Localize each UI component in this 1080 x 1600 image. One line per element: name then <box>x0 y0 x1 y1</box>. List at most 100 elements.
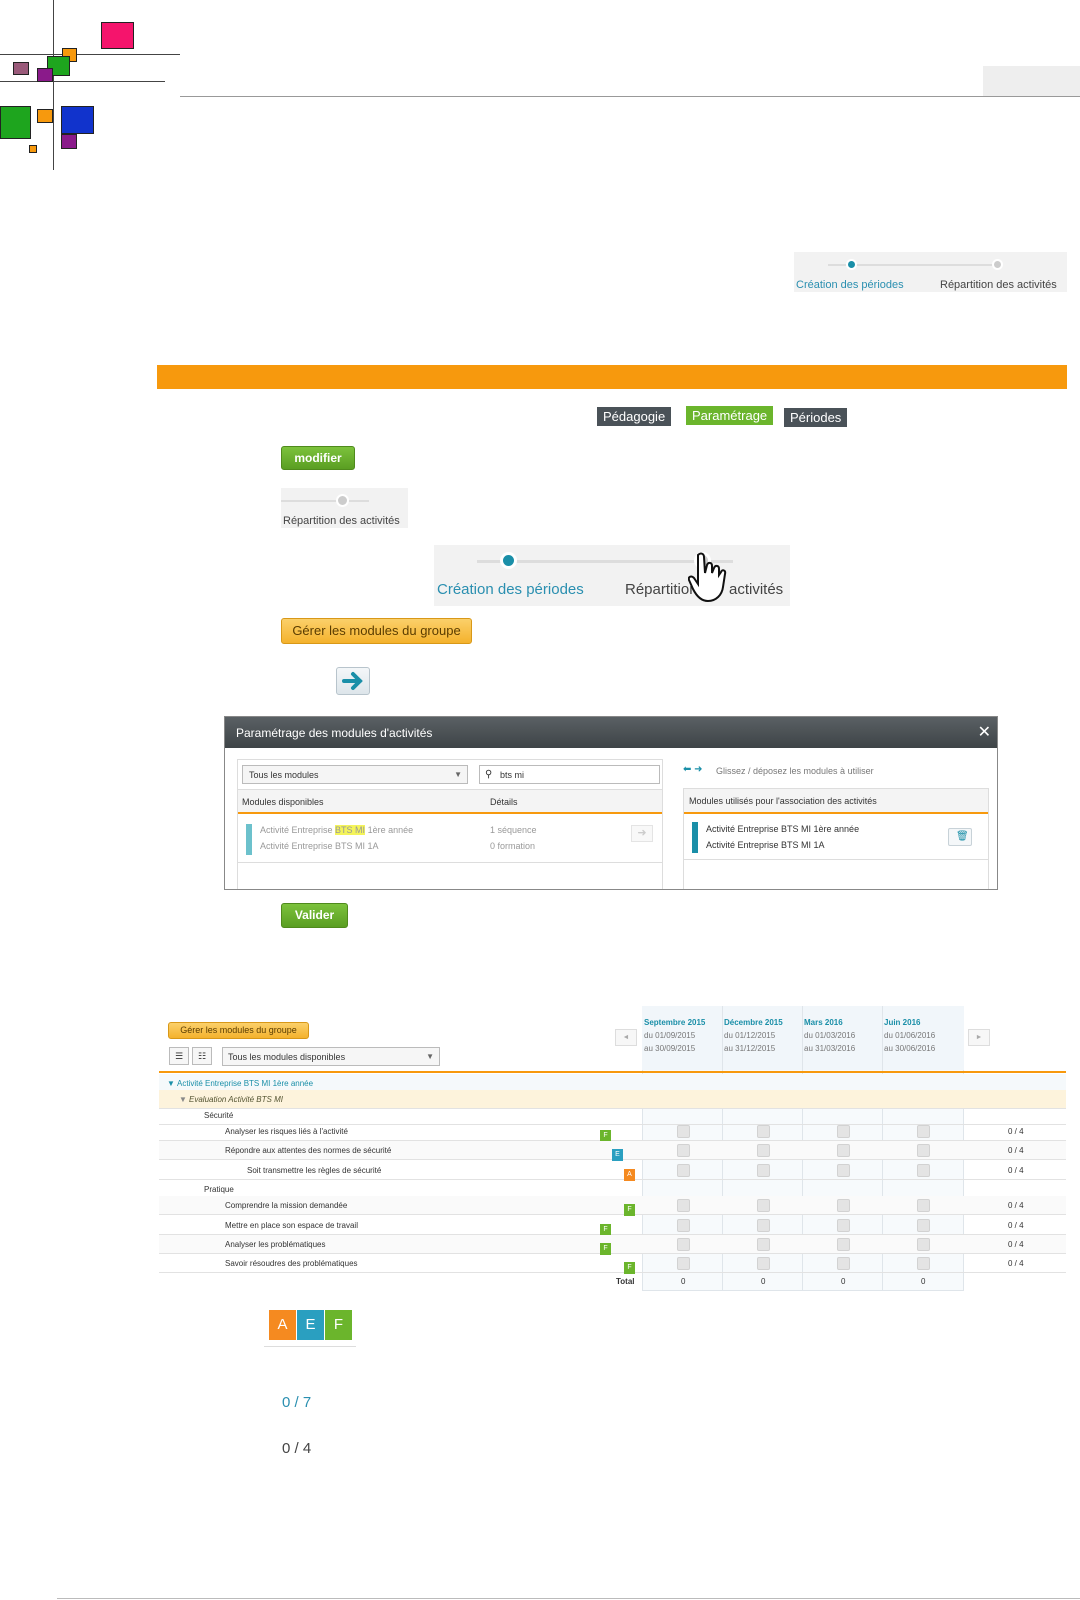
competence-score: 0 / 4 <box>1008 1201 1024 1210</box>
evaluation-checkbox[interactable] <box>917 1164 930 1177</box>
period-total: 0 <box>681 1277 686 1286</box>
evaluation-checkbox[interactable] <box>677 1125 690 1138</box>
used-module-item[interactable]: Activité Entreprise BTS MI 1ère année Ac… <box>684 816 988 860</box>
evaluation-checkbox[interactable] <box>677 1199 690 1212</box>
stepper-small: Répartition des activités <box>281 488 408 528</box>
period-from: du 01/12/2015 <box>724 1031 776 1040</box>
evaluation-checkbox[interactable] <box>757 1125 770 1138</box>
hand-cursor-icon <box>688 552 727 603</box>
evaluation-checkbox[interactable] <box>837 1144 850 1157</box>
collapse-all-button[interactable]: ☷ <box>192 1047 212 1065</box>
tag-parametrage: Paramétrage <box>686 406 774 425</box>
evaluation-checkbox[interactable] <box>837 1219 850 1232</box>
period-header: Septembre 2015 du 01/09/2015 au 30/09/20… <box>644 1016 722 1055</box>
period-to: au 31/03/2016 <box>804 1044 856 1053</box>
evaluation-checkbox[interactable] <box>757 1144 770 1157</box>
step-label-2: Répartition des activités <box>940 279 1057 291</box>
competence-label: Analyser les risques liés à l'activité <box>225 1127 348 1136</box>
orange-rule <box>159 1071 1066 1073</box>
evaluation-checkbox[interactable] <box>677 1164 690 1177</box>
period-name: Juin 2016 <box>884 1018 921 1027</box>
period-to: au 30/06/2016 <box>884 1044 936 1053</box>
legend-badges: A E F <box>264 1310 356 1347</box>
trash-icon: 🗑 <box>956 831 969 842</box>
modal-close-icon[interactable]: ✕ <box>978 722 991 742</box>
period-total: 0 <box>921 1277 926 1286</box>
footer-rule <box>57 1598 1080 1599</box>
evaluation-checkbox[interactable] <box>757 1164 770 1177</box>
competence-label: Comprendre la mission demandée <box>225 1201 348 1210</box>
period-total: 0 <box>761 1277 766 1286</box>
step-dot-active <box>500 552 517 569</box>
tag-periodes: Périodes <box>784 408 848 427</box>
evaluation-checkbox[interactable] <box>837 1238 850 1251</box>
delete-module-button[interactable]: 🗑 <box>948 828 972 846</box>
badge-f: F <box>624 1204 635 1216</box>
competence-label: Savoir résoudres des problématiques <box>225 1259 358 1268</box>
competence-label: Soit transmettre les règles de sécurité <box>247 1166 382 1175</box>
stepper-top: Création des périodes Répartition des ac… <box>794 252 1067 292</box>
evaluation-checkbox[interactable] <box>917 1125 930 1138</box>
period-header: Juin 2016 du 01/06/2016 au 30/06/2016 <box>884 1016 962 1055</box>
add-module-button[interactable]: ➜ <box>631 825 653 842</box>
header-tab <box>983 66 1080 96</box>
evaluation-checkbox[interactable] <box>917 1219 930 1232</box>
evaluation-checkbox[interactable] <box>757 1219 770 1232</box>
period-name: Septembre 2015 <box>644 1018 706 1027</box>
available-module-item[interactable]: Activité Entreprise BTS MI 1ère année Ac… <box>238 817 662 863</box>
evaluation-checkbox[interactable] <box>917 1257 930 1270</box>
evaluation-checkbox[interactable] <box>677 1144 690 1157</box>
module-filter-select[interactable]: Tous les modules ▼ <box>242 765 468 784</box>
evaluation-checkbox[interactable] <box>677 1219 690 1232</box>
evaluation-checkbox[interactable] <box>757 1238 770 1251</box>
category-securite: Sécurité <box>204 1111 234 1120</box>
stepper-big: Création des périodes Répartition activi… <box>434 545 790 606</box>
evaluation-checkbox[interactable] <box>837 1257 850 1270</box>
competence-label: Répondre aux attentes des normes de sécu… <box>225 1146 392 1155</box>
modifier-button[interactable]: modifier <box>281 446 355 470</box>
orange-banner <box>157 365 1067 389</box>
tag-pedagogie: Pédagogie <box>597 407 672 426</box>
period-header: Décembre 2015 du 01/12/2015 au 31/12/201… <box>724 1016 802 1055</box>
arrow-right-button[interactable] <box>336 667 370 695</box>
search-icon: ⚲ <box>485 769 493 780</box>
modal-header: Paramétrage des modules d'activités ✕ <box>225 717 997 748</box>
prev-period-button[interactable]: ◄ <box>615 1029 637 1046</box>
evaluation-checkbox[interactable] <box>917 1144 930 1157</box>
grid-gerer-button[interactable]: Gérer les modules du groupe <box>168 1022 309 1039</box>
step-label-1: Création des périodes <box>437 581 584 598</box>
gerer-modules-button[interactable]: Gérer les modules du groupe <box>281 618 472 644</box>
col-details: Détails <box>490 797 518 807</box>
competence-label: Mettre en place son espace de travail <box>225 1221 358 1230</box>
evaluation-checkbox[interactable] <box>757 1199 770 1212</box>
modules-modal: Paramétrage des modules d'activités ✕ To… <box>224 716 998 890</box>
grid-module-select[interactable]: Tous les modules disponibles ▼ <box>222 1047 440 1066</box>
period-from: du 01/03/2016 <box>804 1031 856 1040</box>
competence-label: Analyser les problématiques <box>225 1240 326 1249</box>
evaluation-checkbox[interactable] <box>837 1164 850 1177</box>
evaluation-checkbox[interactable] <box>677 1257 690 1270</box>
expand-all-button[interactable]: ☰ <box>169 1047 189 1065</box>
valider-button[interactable]: Valider <box>281 903 348 928</box>
modal-title: Paramétrage des modules d'activités <box>236 726 433 740</box>
evaluation-checkbox[interactable] <box>757 1257 770 1270</box>
evaluation-checkbox[interactable] <box>837 1199 850 1212</box>
badge-a: A <box>624 1169 635 1181</box>
ratio-grey: 0 / 4 <box>282 1440 312 1457</box>
step-dot-active <box>846 259 857 270</box>
search-input[interactable]: ⚲ bts mi <box>479 765 660 784</box>
used-panel: ⬅ ➜ Glissez / déposez les modules à util… <box>683 759 989 889</box>
header-rule <box>180 96 1080 97</box>
step-label-2b: activités <box>729 581 784 598</box>
category-pratique: Pratique <box>204 1185 234 1194</box>
evaluation-checkbox[interactable] <box>917 1238 930 1251</box>
next-period-button[interactable]: ► <box>968 1029 990 1046</box>
period-to: au 31/12/2015 <box>724 1044 776 1053</box>
evaluation-checkbox[interactable] <box>837 1125 850 1138</box>
competence-score: 0 / 4 <box>1008 1221 1024 1230</box>
evaluation-checkbox[interactable] <box>917 1199 930 1212</box>
total-row: Total <box>616 1277 635 1286</box>
evaluation-checkbox[interactable] <box>677 1238 690 1251</box>
chevron-down-icon: ▼ <box>426 1052 434 1061</box>
available-panel: Tous les modules ▼ ⚲ bts mi Modules disp… <box>237 759 663 889</box>
